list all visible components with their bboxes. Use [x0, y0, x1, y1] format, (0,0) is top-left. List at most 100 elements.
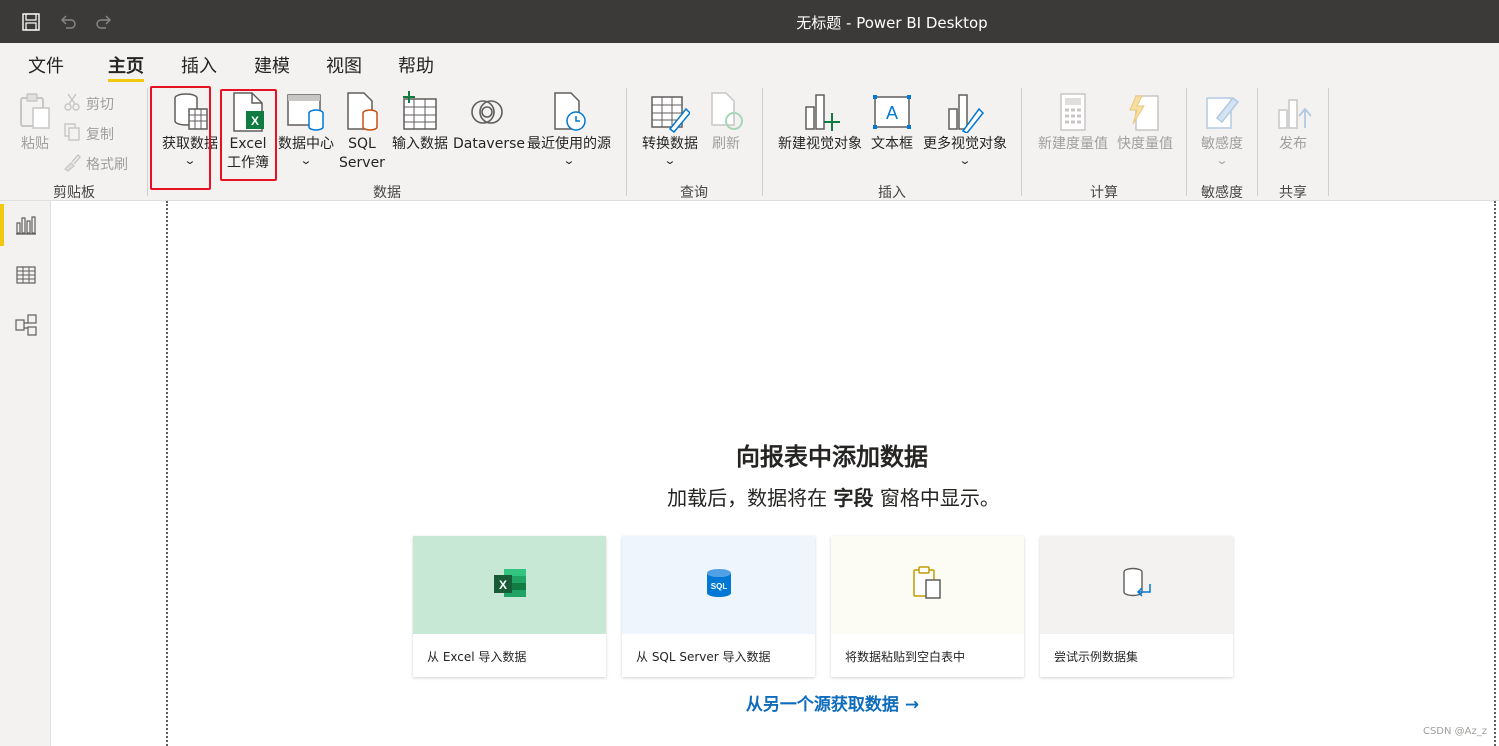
publish-label: 发布	[1279, 136, 1307, 152]
refresh-button[interactable]: 刷新	[704, 89, 748, 154]
group-separator	[1328, 88, 1329, 196]
page-heading: 向报表中添加数据	[736, 443, 928, 471]
publish-button[interactable]: 发布	[1270, 89, 1316, 154]
refresh-icon	[706, 89, 746, 135]
sample-dataset-card[interactable]: 尝试示例数据集	[1040, 536, 1233, 677]
paste-into-blank-table-card[interactable]: 将数据粘贴到空白表中	[831, 536, 1024, 677]
recent-sources-button[interactable]: 最近使用的源 ⌄	[522, 89, 616, 168]
sql-label-2: Server	[339, 155, 385, 171]
svg-text:X: X	[498, 578, 506, 592]
tab-help[interactable]: 帮助	[398, 52, 434, 78]
highlight-get-data	[150, 86, 211, 190]
textbox-button[interactable]: A 文本框	[868, 89, 916, 154]
tab-insert[interactable]: 插入	[181, 52, 217, 78]
import-sql-server-card[interactable]: SQL 从 SQL Server 导入数据	[622, 536, 815, 677]
more-visuals-icon	[945, 89, 985, 135]
page-area	[52, 201, 166, 746]
group-separator	[1257, 88, 1258, 196]
page-subheading: 加载后，数据将在 字段 窗格中显示。	[667, 486, 1000, 510]
chevron-down-icon: ⌄	[562, 154, 576, 167]
transform-data-icon	[650, 89, 690, 135]
sensitivity-label-icon	[1202, 89, 1242, 135]
chevron-down-icon: ⌄	[1215, 154, 1229, 167]
sql-database-icon: SQL	[705, 567, 733, 603]
menu-tabs: 文件 主页 插入 建模 视图 帮助	[0, 43, 1499, 83]
import-excel-card[interactable]: X 从 Excel 导入数据	[413, 536, 606, 677]
data-hub-icon	[286, 89, 326, 135]
group-label-share: 共享	[1279, 185, 1307, 201]
quick-measure-label: 快度量值	[1117, 136, 1173, 152]
ribbon: 粘贴 剪切 复制 格式刷 剪贴板 获取数据 ⌄ X Excel 工作簿 数据中心…	[0, 83, 1499, 201]
dataverse-label: Dataverse	[453, 136, 525, 152]
card-label: 从 SQL Server 导入数据	[636, 650, 771, 664]
tab-view[interactable]: 视图	[326, 52, 362, 78]
quick-measure-button[interactable]: 快度量值	[1113, 89, 1177, 154]
new-visual-button[interactable]: 新建视觉对象	[773, 89, 867, 154]
recent-sources-label: 最近使用的源	[527, 136, 611, 152]
copy-button[interactable]: 复制	[62, 122, 114, 146]
group-separator	[1021, 88, 1022, 196]
model-view-icon[interactable]	[0, 302, 51, 348]
copy-icon	[62, 122, 82, 146]
transform-label: 转换数据	[642, 136, 698, 152]
sensitivity-button[interactable]: 敏感度 ⌄	[1197, 89, 1247, 168]
sensitivity-label: 敏感度	[1201, 136, 1243, 152]
format-painter-button[interactable]: 格式刷	[62, 152, 128, 176]
window-title: 无标题 - Power BI Desktop	[796, 14, 988, 32]
card-label: 将数据粘贴到空白表中	[845, 650, 966, 664]
watermark: CSDN @Az_z	[1422, 726, 1487, 737]
calculator-icon	[1053, 89, 1093, 135]
enter-data-button[interactable]: 输入数据	[389, 89, 451, 154]
table-view-icon[interactable]	[0, 252, 51, 298]
get-data-other-source-link[interactable]: 从另一个源获取数据 →	[0, 690, 1499, 715]
fields-pane-name: 字段	[833, 486, 874, 510]
more-visuals-button[interactable]: 更多视觉对象 ⌄	[918, 89, 1012, 168]
group-label-clipboard: 剪贴板	[53, 185, 95, 201]
textbox-icon: A	[872, 89, 912, 135]
group-label-insert: 插入	[878, 185, 906, 201]
tab-file[interactable]: 文件	[28, 52, 64, 78]
card-label: 从 Excel 导入数据	[427, 650, 527, 664]
new-visual-icon	[800, 89, 840, 135]
paste-icon	[15, 89, 55, 135]
title-bar: 无标题 - Power BI Desktop	[0, 0, 1499, 43]
publish-icon	[1273, 89, 1313, 135]
sql-server-icon	[342, 89, 382, 135]
textbox-label: 文本框	[871, 136, 913, 152]
enter-data-table-icon	[400, 89, 440, 135]
svg-text:A: A	[886, 103, 898, 123]
chevron-down-icon: ⌄	[663, 154, 677, 167]
group-separator	[626, 88, 627, 196]
format-painter-label: 格式刷	[86, 157, 128, 173]
group-separator	[147, 88, 148, 196]
highlight-excel-workbook	[220, 89, 277, 181]
dataverse-icon	[467, 89, 507, 135]
group-label-sensitivity: 敏感度	[1201, 185, 1243, 201]
paste-button[interactable]: 粘贴	[14, 89, 56, 154]
chevron-down-icon: ⌄	[958, 154, 972, 167]
cut-button[interactable]: 剪切	[62, 92, 114, 116]
excel-icon: X	[492, 567, 528, 603]
group-separator	[762, 88, 763, 196]
datahub-button[interactable]: 数据中心 ⌄	[276, 89, 336, 168]
group-label-data: 数据	[373, 185, 401, 201]
transform-data-button[interactable]: 转换数据 ⌄	[638, 89, 702, 168]
new-measure-label: 新建度量值	[1038, 136, 1108, 152]
refresh-label: 刷新	[712, 136, 740, 152]
view-switcher	[0, 201, 51, 746]
scissors-icon	[62, 92, 82, 116]
recent-sources-icon	[549, 89, 589, 135]
more-visuals-label: 更多视觉对象	[923, 136, 1007, 152]
enter-data-label: 输入数据	[392, 136, 448, 152]
report-view-icon[interactable]	[0, 202, 51, 248]
sql-server-button[interactable]: SQL Server	[338, 89, 386, 173]
svg-text:SQL: SQL	[710, 582, 727, 591]
clipboard-paste-icon	[912, 566, 944, 604]
cut-label: 剪切	[86, 97, 114, 113]
tab-home[interactable]: 主页	[108, 52, 144, 82]
brush-icon	[62, 152, 82, 176]
new-measure-button[interactable]: 新建度量值	[1033, 89, 1113, 154]
tab-modeling[interactable]: 建模	[254, 52, 290, 78]
dataverse-button[interactable]: Dataverse	[453, 89, 525, 154]
group-label-calculations: 计算	[1090, 185, 1118, 201]
